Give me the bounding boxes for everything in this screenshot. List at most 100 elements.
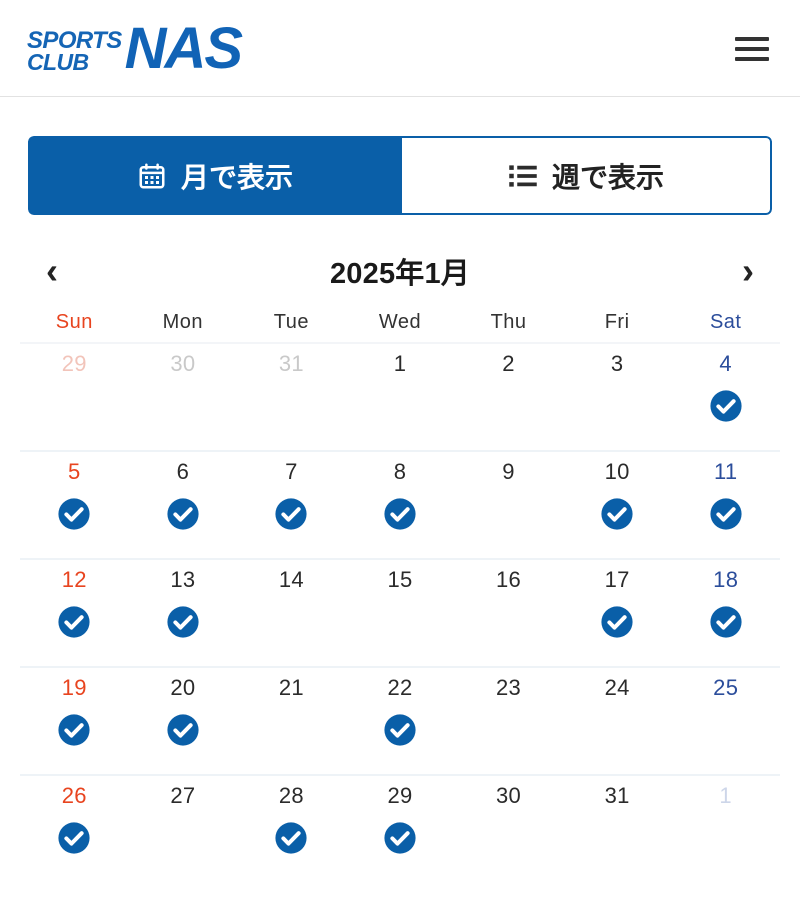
next-month-button[interactable]: › <box>730 248 766 294</box>
calendar-day-number: 12 <box>61 567 87 592</box>
attendance-check-icon <box>58 714 90 746</box>
prev-month-button[interactable]: ‹ <box>34 248 70 294</box>
calendar-day-number: 6 <box>176 459 190 484</box>
calendar-day-cell[interactable]: 20 <box>129 668 238 774</box>
calendar-day-cell[interactable]: 1 <box>346 344 455 450</box>
tab-month-view-label: 月で表示 <box>180 161 293 193</box>
calendar-week-row: 19 20 21 22 23 24 25 <box>20 668 780 776</box>
hamburger-menu-icon[interactable] <box>732 29 772 69</box>
calendar-day-number: 23 <box>496 675 522 700</box>
site-header: SPORTS CLUB NAS <box>0 0 800 97</box>
calendar-day-number: 20 <box>170 675 196 700</box>
calendar-week-row: 29 30 31 1 2 3 4 <box>20 344 780 452</box>
tab-month-view[interactable]: 月で表示 <box>28 136 400 215</box>
calendar-day-number: 4 <box>719 351 732 376</box>
calendar-day-cell[interactable]: 24 <box>563 668 672 774</box>
weekday-header-sun: Sun <box>55 311 93 333</box>
calendar-weeks: 29 30 31 1 2 3 4 5 6 7 8 9 10 11 12 13 14 15 16 17 18 19 20 21 2… <box>20 344 780 884</box>
calendar-day-cell[interactable]: 22 <box>346 668 455 774</box>
calendar-day-cell[interactable]: 3 <box>563 344 672 450</box>
calendar-day-cell[interactable]: 21 <box>237 668 346 774</box>
calendar-day-cell[interactable]: 23 <box>454 668 563 774</box>
calendar-day-cell[interactable]: 29 <box>346 776 455 884</box>
calendar-day-cell[interactable]: 28 <box>237 776 346 884</box>
calendar-day-cell[interactable]: 30 <box>129 344 238 450</box>
calendar-day-cell[interactable]: 29 <box>20 344 129 450</box>
tab-week-view[interactable]: 週で表示 <box>400 136 772 215</box>
calendar-day-number: 28 <box>278 783 304 808</box>
attendance-check-icon <box>384 714 416 746</box>
calendar-week-row: 26 27 28 29 30 31 1 <box>20 776 780 884</box>
calendar-day-number: 22 <box>387 675 413 700</box>
calendar-day-cell[interactable]: 8 <box>346 452 455 558</box>
calendar-day-number: 7 <box>285 459 298 484</box>
attendance-check-icon <box>167 498 199 530</box>
calendar-day-cell[interactable]: 10 <box>563 452 672 558</box>
calendar-day-cell[interactable]: 12 <box>20 560 129 666</box>
calendar-grid: Sun Mon Tue Wed Thu Fri Sat 29 30 31 1 2 3 4 5 6 7 8 9 10 1… <box>20 311 780 884</box>
calendar-day-number: 11 <box>713 459 738 484</box>
calendar-day-cell[interactable]: 18 <box>671 560 780 666</box>
calendar-day-cell[interactable]: 17 <box>563 560 672 666</box>
calendar-day-number: 18 <box>713 567 739 592</box>
attendance-check-icon <box>58 606 90 638</box>
weekday-header-row: Sun Mon Tue Wed Thu Fri Sat <box>20 311 780 344</box>
calendar-day-number: 31 <box>278 351 304 376</box>
calendar-day-cell[interactable]: 19 <box>20 668 129 774</box>
calendar-day-cell[interactable]: 14 <box>237 560 346 666</box>
month-navigation: ‹ 2025年1月 › <box>34 241 766 301</box>
calendar-day-number: 2 <box>502 351 515 376</box>
calendar-day-number: 1 <box>719 783 732 808</box>
logo-nas-mark: NAS <box>124 16 243 81</box>
attendance-check-icon <box>167 606 199 638</box>
calendar-day-number: 15 <box>387 567 413 592</box>
attendance-check-icon <box>601 606 633 638</box>
calendar-day-number: 29 <box>387 783 413 808</box>
calendar-day-number: 26 <box>61 783 87 808</box>
calendar-day-cell[interactable]: 7 <box>237 452 346 558</box>
calendar-day-cell[interactable]: 6 <box>129 452 238 558</box>
calendar-day-cell[interactable]: 9 <box>454 452 563 558</box>
calendar-day-cell[interactable]: 13 <box>129 560 238 666</box>
sports-club-nas-logo[interactable]: SPORTS CLUB NAS <box>27 16 243 81</box>
calendar-day-number: 29 <box>61 351 87 376</box>
calendar-day-cell[interactable]: 11 <box>671 452 780 558</box>
calendar-day-cell[interactable]: 31 <box>237 344 346 450</box>
weekday-header-wed: Wed <box>378 311 422 333</box>
calendar-day-cell[interactable]: 16 <box>454 560 563 666</box>
calendar-day-number: 27 <box>170 783 196 808</box>
calendar-day-cell[interactable]: 30 <box>454 776 563 884</box>
calendar-day-cell[interactable]: 5 <box>20 452 129 558</box>
calendar-day-number: 24 <box>604 675 630 700</box>
calendar-day-number: 1 <box>393 351 407 376</box>
attendance-check-icon <box>58 498 90 530</box>
calendar-week-row: 12 13 14 15 16 17 18 <box>20 560 780 668</box>
calendar-day-cell[interactable]: 25 <box>671 668 780 774</box>
tab-week-view-label: 週で表示 <box>551 161 664 193</box>
calendar-day-cell[interactable]: 2 <box>454 344 563 450</box>
calendar-day-number: 30 <box>496 783 522 808</box>
calendar-day-cell[interactable]: 26 <box>20 776 129 884</box>
calendar-day-cell[interactable]: 1 <box>671 776 780 884</box>
calendar-day-number: 3 <box>610 351 624 376</box>
weekday-header-tue: Tue <box>273 311 310 333</box>
calendar-day-cell[interactable]: 15 <box>346 560 455 666</box>
calendar-day-cell[interactable]: 31 <box>563 776 672 884</box>
calendar-day-cell[interactable]: 4 <box>671 344 780 450</box>
attendance-check-icon <box>167 714 199 746</box>
attendance-check-icon <box>710 498 742 530</box>
weekday-header-fri: Fri <box>604 311 630 333</box>
calendar-day-cell[interactable]: 27 <box>129 776 238 884</box>
weekday-header-sat: Sat <box>709 311 742 333</box>
attendance-check-icon <box>275 498 308 530</box>
calendar-day-number: 9 <box>502 459 515 484</box>
list-icon <box>508 163 538 189</box>
calendar-day-number: 16 <box>496 567 522 592</box>
attendance-check-icon <box>710 606 742 638</box>
logo-wordmark: SPORTS CLUB <box>27 26 122 75</box>
calendar-day-number: 13 <box>170 567 196 592</box>
attendance-check-icon <box>275 822 308 854</box>
view-mode-tabs: 月で表示 週で表示 <box>28 136 772 215</box>
hamburger-bar-2 <box>735 47 769 51</box>
logo-line-2: CLUB <box>27 49 89 76</box>
